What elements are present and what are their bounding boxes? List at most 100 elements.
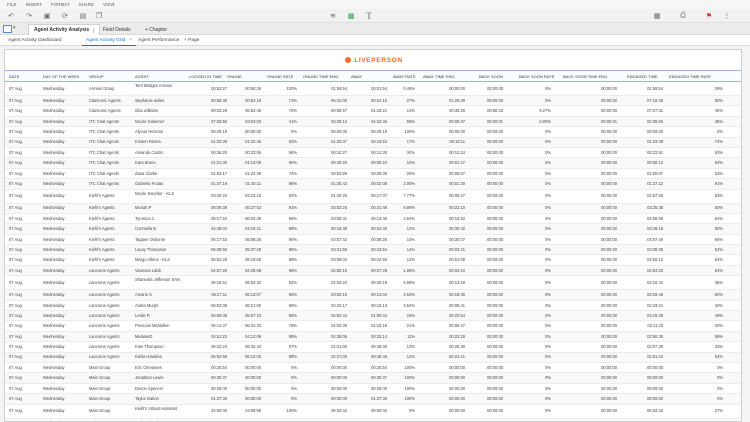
- column-header[interactable]: AGENT: [135, 74, 149, 79]
- text-icon[interactable]: T: [364, 11, 374, 21]
- column-header[interactable]: BACK SOON: [479, 74, 503, 79]
- fit-icon[interactable]: ▦: [652, 11, 662, 21]
- table-row[interactable]: 07 Aug Wednesday Lancome Agents Vanessa Lab…: [5, 265, 741, 277]
- chart-icon[interactable]: ≋: [328, 11, 338, 21]
- table-row[interactable]: 07 Aug Wednesday Main Group Eric Cervantes 0…: [5, 363, 741, 374]
- table-row[interactable]: 07 Aug Wednesday ITC Chat Agents Gabriela F…: [5, 179, 741, 190]
- table-cell: 05:32:43: [245, 344, 261, 350]
- tab-field-details[interactable]: Field Details: [98, 24, 136, 35]
- table-row[interactable]: 07 Aug Wednesday Main Group Taylor Dalton 01…: [5, 394, 741, 405]
- table-cell: 00:00:00: [487, 236, 503, 242]
- table-row[interactable]: 07 Aug Wednesday Main Group Devon Spencer 00…: [5, 384, 741, 395]
- menu-item-share[interactable]: SHARE: [79, 2, 94, 7]
- column-header[interactable]: ONLINE RATE: [267, 74, 293, 79]
- table-row[interactable]: 07 Aug Wednesday Kiehl's Agents Tyronica C 0…: [5, 214, 741, 225]
- table-row[interactable]: 07 Aug Wednesday ITC Chat Agents Zana Clark…: [5, 169, 741, 180]
- close-icon[interactable]: |: [93, 28, 94, 33]
- close-icon[interactable]: ×: [129, 38, 132, 43]
- menu-item-insert[interactable]: INSERT: [26, 2, 42, 7]
- column-header[interactable]: BACK SOON RATE: [519, 74, 554, 79]
- menu-item-file[interactable]: FILE: [7, 2, 17, 7]
- redo-icon[interactable]: ↷: [24, 11, 34, 21]
- table-cell: 00:00:00: [601, 85, 617, 91]
- tab-agent-activity-grid[interactable]: Agent Activity Grid ×: [82, 35, 137, 46]
- table-row[interactable]: 07 Aug Wednesday ITC Chat Agents Nicole Gut…: [5, 116, 741, 128]
- column-header[interactable]: GROUP: [89, 74, 104, 79]
- table-row[interactable]: 07 Aug Wednesday Main Group Jonathan Lewis 0…: [5, 373, 741, 384]
- table-row[interactable]: 07 Aug Wednesday ITC Chat Agents Kara Bruno…: [5, 158, 741, 169]
- column-header[interactable]: DAY OF THE WEEK: [43, 74, 79, 79]
- table-row[interactable]: 07 Aug Wednesday Kiehl's Agents Moriah P 05:…: [5, 203, 741, 214]
- menu-item-view[interactable]: VIEW: [103, 2, 115, 7]
- save-icon[interactable]: ▣: [42, 11, 52, 21]
- table-cell: 00:00:00: [601, 129, 617, 135]
- table-row[interactable]: 07 Aug Wednesday Kiehl's Agents Margo Atkin…: [5, 255, 741, 266]
- table-cell: 0%: [545, 279, 551, 285]
- tab-agent-activity-analysis[interactable]: Agent Activity Analysis |: [28, 24, 101, 35]
- table-cell: 00:48:46: [371, 354, 387, 360]
- column-header[interactable]: ENGAGED TIME RATE: [669, 74, 711, 79]
- table-cell: 04:49:04: [211, 226, 227, 232]
- table-cell: 00:00:00: [601, 246, 617, 252]
- table-cell: 00:00:00: [245, 364, 261, 370]
- table-row[interactable]: 07 Aug Wednesday Lancome Agents Shaneitra J…: [5, 276, 741, 291]
- table-row[interactable]: 07 Aug Wednesday Kiehl's Agents Conniella B…: [5, 224, 741, 235]
- column-header[interactable]: ONLINE TIME ENG.: [303, 74, 339, 79]
- column-header[interactable]: ENGAGED TIME: [627, 74, 658, 79]
- table-row[interactable]: 07 Aug Wednesday Kiehl's Agents Nicole Sanc…: [5, 190, 741, 204]
- table-cell: Main Group: [89, 408, 111, 414]
- table-cell: 03:59:31: [331, 215, 347, 221]
- table-cell: 00:00:00: [487, 205, 503, 211]
- table-row[interactable]: 07 Aug Wednesday Clarisonic Agents rilda wi…: [5, 106, 741, 117]
- table-row[interactable]: 07 Aug Wednesday Kiehl's Agents Lavoy Thomp…: [5, 245, 741, 256]
- table-cell: ITC Chat Agents: [89, 118, 120, 124]
- export-icon[interactable]: ▤: [78, 11, 88, 21]
- column-header[interactable]: DATE: [9, 74, 19, 79]
- image-icon[interactable]: ▩: [346, 11, 356, 21]
- table-row[interactable]: 07 Aug Wednesday ITC Chat Agents Amanda Cas…: [5, 148, 741, 159]
- table-row[interactable]: 07 Aug Wednesday Lancome Agents MelanieD 04:…: [5, 331, 741, 343]
- column-header[interactable]: AWAY TIME ENG.: [423, 74, 456, 79]
- table-row[interactable]: 07 Aug Wednesday Lancome Agents Kian Thomps…: [5, 342, 741, 353]
- table-cell: 07 Aug: [9, 302, 22, 308]
- alert-icon[interactable]: ⚑: [704, 11, 714, 21]
- table-cell: 00:00:00: [601, 267, 617, 273]
- table-cell: Armani Group: [89, 85, 115, 91]
- add-page-button[interactable]: + Page: [180, 35, 203, 46]
- table-cell: 100%: [404, 396, 415, 402]
- table-row[interactable]: 07 Aug Wednesday ITC Chat Agents Alyson Her…: [5, 127, 741, 138]
- tab-agent-performance[interactable]: Agent Performance: [134, 35, 183, 46]
- table-cell: 0.00%: [539, 118, 551, 124]
- table-row[interactable]: 07 Aug Wednesday ITC Chat Agents Kristen Ri…: [5, 137, 741, 148]
- undo-icon[interactable]: ↶: [6, 11, 16, 21]
- column-header[interactable]: ONLINE: [227, 74, 242, 79]
- more-icon[interactable]: ⋮: [722, 11, 732, 21]
- table-cell: 00:00:00: [487, 226, 503, 232]
- table-row[interactable]: 07 Aug Wednesday Lancome Agents Anitra Murp…: [5, 301, 741, 312]
- table-row[interactable]: 07 Aug Wednesday Lancome Agents Leslie R 06:…: [5, 311, 741, 322]
- column-header[interactable]: LOGGED IN TIME: [189, 74, 222, 79]
- table-row[interactable]: 07 Aug Wednesday Main Group Kiehl's Virtual…: [5, 405, 741, 419]
- table-row[interactable]: 07 Aug Wednesday Lancome Agents Amarie S 06:…: [5, 290, 741, 301]
- table-cell: 00:00:00: [487, 279, 503, 285]
- tab-agent-activity-dashboard[interactable]: Agent Activity Dashboard: [4, 35, 66, 46]
- menu-item-format[interactable]: FORMAT: [51, 2, 70, 7]
- chevron-down-icon[interactable]: ▾: [13, 25, 16, 31]
- table-row[interactable]: 07 Aug Wednesday Lancome Agents Kisha Hawki…: [5, 352, 741, 363]
- refresh-icon[interactable]: ⟳: [60, 11, 70, 21]
- table-cell: 00:07:28: [371, 267, 387, 273]
- print-icon[interactable]: ⎙: [678, 11, 688, 21]
- column-header[interactable]: BACK SOON TIME ENG.: [563, 74, 608, 79]
- chapter-selector-icon[interactable]: [3, 25, 12, 33]
- table-row[interactable]: 07 Aug Wednesday Kiehl's Agents Tagane Osbo…: [5, 235, 741, 246]
- add-chapter-button[interactable]: + Chapter: [140, 24, 172, 35]
- table-row[interactable]: 07 Aug Wednesday Clarisonic Agents stephani…: [5, 96, 741, 107]
- table-row[interactable]: 07 Aug Wednesday Lancome Agents Precious Mc…: [5, 321, 741, 332]
- table-cell: 50%: [714, 292, 723, 298]
- table-row[interactable]: 07 AugWednesdayMain GroupJasha Lincoln00…: [5, 418, 741, 421]
- column-header[interactable]: AWAY: [351, 74, 362, 79]
- table-cell: 100%: [404, 375, 415, 381]
- column-header[interactable]: AWAY RATE: [393, 74, 416, 79]
- table-row[interactable]: 07 Aug Wednesday Armani Group Terri Bridges…: [5, 82, 741, 96]
- copy-icon[interactable]: ❐: [94, 11, 104, 21]
